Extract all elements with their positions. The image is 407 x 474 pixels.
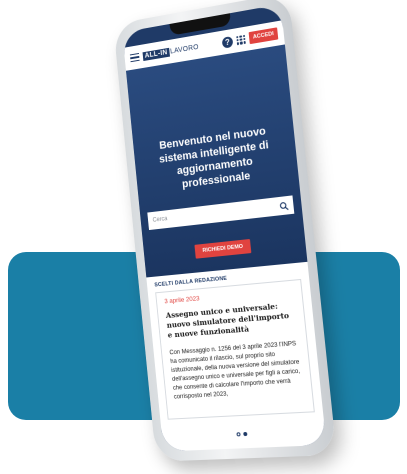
help-icon[interactable]: ?: [221, 35, 234, 49]
hero-section: Benvenuto nel nuovo sistema intelligente…: [125, 44, 308, 278]
apps-grid-icon[interactable]: [236, 34, 246, 45]
article-card[interactable]: 3 aprile 2023 Assegno unico e universale…: [155, 278, 315, 420]
logo-wordmark: LAVORO: [169, 43, 200, 55]
carousel-dot-active[interactable]: [242, 431, 247, 437]
search-input[interactable]: Cerca: [152, 203, 279, 224]
search-icon[interactable]: [279, 201, 289, 211]
hero-title: Benvenuto nel nuovo sistema intelligente…: [158, 125, 270, 191]
carousel-dots: [162, 428, 325, 439]
request-demo-button[interactable]: RICHIEDI DEMO: [194, 238, 252, 259]
editorial-section: SCELTI DALLA REDAZIONE 3 aprile 2023 Ass…: [146, 261, 327, 452]
hamburger-menu-icon[interactable]: [129, 52, 140, 63]
article-title[interactable]: Assegno unico e universale: nuovo simula…: [165, 300, 297, 340]
logo-mark: ALL-IN: [142, 47, 170, 61]
article-excerpt: Con Messaggio n. 1256 del 3 aprile 2023 …: [169, 340, 301, 401]
carousel-dot[interactable]: [235, 432, 241, 437]
search-bar[interactable]: Cerca: [147, 195, 295, 231]
login-button[interactable]: ACCEDI: [248, 27, 279, 45]
brand-logo[interactable]: ALL-IN LAVORO: [142, 42, 200, 61]
